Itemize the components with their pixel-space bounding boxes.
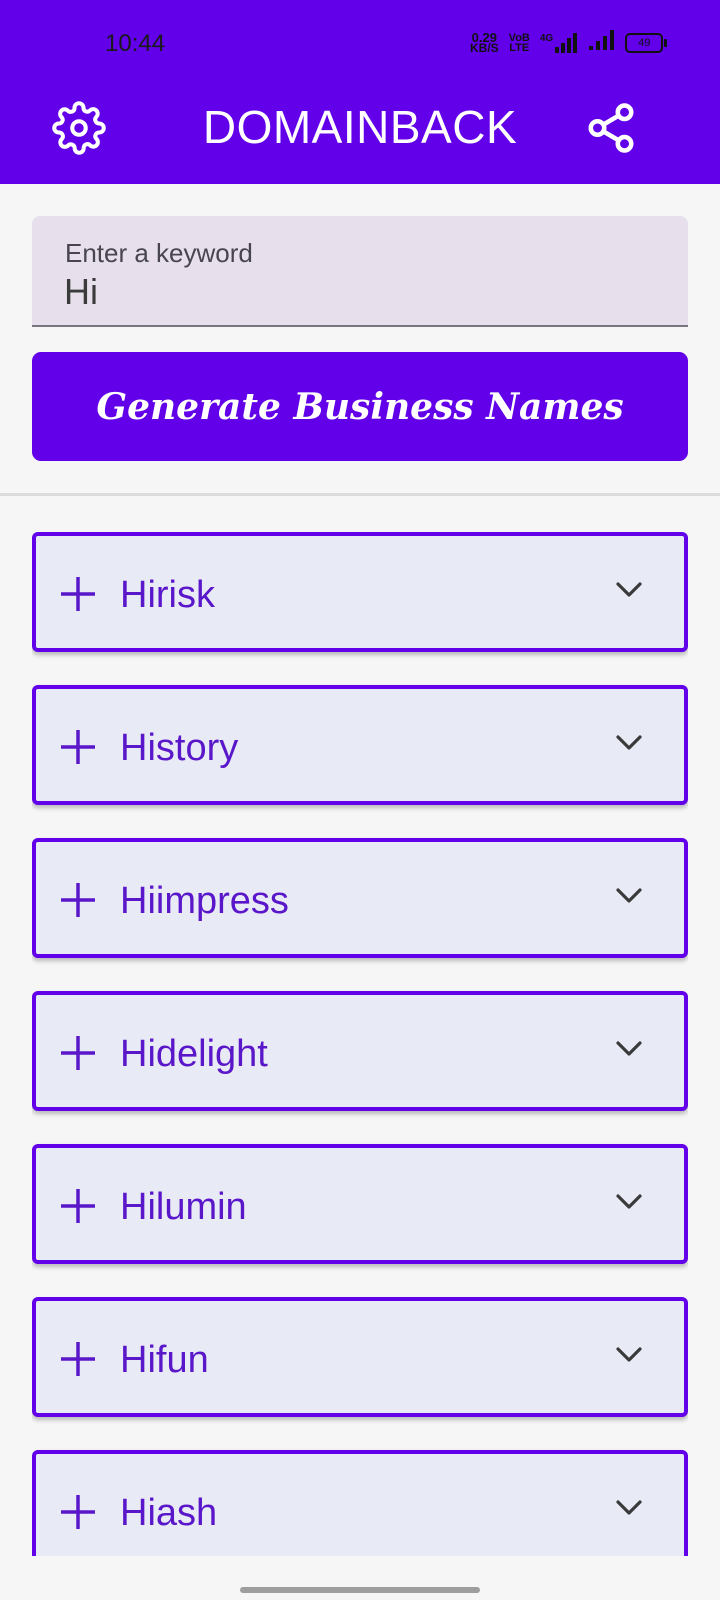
generate-names-button[interactable]: Generate Business Names (32, 352, 688, 461)
result-name: Hirisk (120, 574, 215, 616)
chevron-down-icon[interactable] (616, 1347, 642, 1363)
plus-icon[interactable] (58, 1339, 98, 1379)
chevron-down-icon[interactable] (616, 1500, 642, 1516)
chevron-down-icon[interactable] (616, 582, 642, 598)
battery-icon: 49 (625, 32, 668, 53)
result-name: Hilumin (120, 1186, 247, 1228)
plus-icon[interactable] (58, 727, 98, 767)
result-name: Hifun (120, 1339, 209, 1381)
result-item[interactable]: Hirisk (32, 532, 688, 652)
result-name: Hiimpress (120, 880, 289, 922)
share-icon (588, 103, 634, 153)
chevron-down-icon[interactable] (616, 1041, 642, 1057)
keyword-field[interactable]: Enter a keyword (32, 216, 688, 327)
app-bar: 10:44 0.29 KB/S VoB LTE 4G 49 DOMAINBACK (0, 0, 720, 184)
status-icons: 0.29 KB/S VoB LTE 4G 49 (470, 29, 668, 55)
result-name: Hiash (120, 1492, 218, 1534)
volte-indicator: VoB LTE (508, 31, 530, 54)
result-item[interactable]: History (32, 685, 688, 805)
share-button[interactable] (584, 101, 638, 155)
result-item[interactable]: Hidelight (32, 991, 688, 1111)
status-time: 10:44 (105, 30, 166, 57)
result-item[interactable]: Hiash (32, 1450, 688, 1556)
chevron-down-icon[interactable] (616, 888, 642, 904)
plus-icon[interactable] (58, 880, 98, 920)
chevron-down-icon[interactable] (616, 1194, 642, 1210)
result-item[interactable]: Hifun (32, 1297, 688, 1417)
gesture-nav-bar (240, 1587, 480, 1593)
plus-icon[interactable] (58, 1186, 98, 1226)
result-item[interactable]: Hiimpress (32, 838, 688, 958)
network-speed: 0.29 KB/S (470, 29, 499, 55)
plus-icon[interactable] (58, 1033, 98, 1073)
results-list: Hirisk History Hiimpress Hidelight Hilumin Hi… (32, 532, 688, 1556)
signal-4g-icon: 4G (540, 32, 579, 53)
plus-icon[interactable] (58, 1492, 98, 1532)
keyword-field-label: Enter a keyword (65, 238, 253, 268)
result-name: History (120, 727, 239, 769)
keyword-input[interactable] (64, 271, 644, 313)
divider (0, 493, 720, 496)
plus-icon[interactable] (58, 574, 98, 614)
signal-icon (589, 30, 615, 55)
chevron-down-icon[interactable] (616, 735, 642, 751)
result-item[interactable]: Hilumin (32, 1144, 688, 1264)
result-name: Hidelight (120, 1033, 268, 1075)
